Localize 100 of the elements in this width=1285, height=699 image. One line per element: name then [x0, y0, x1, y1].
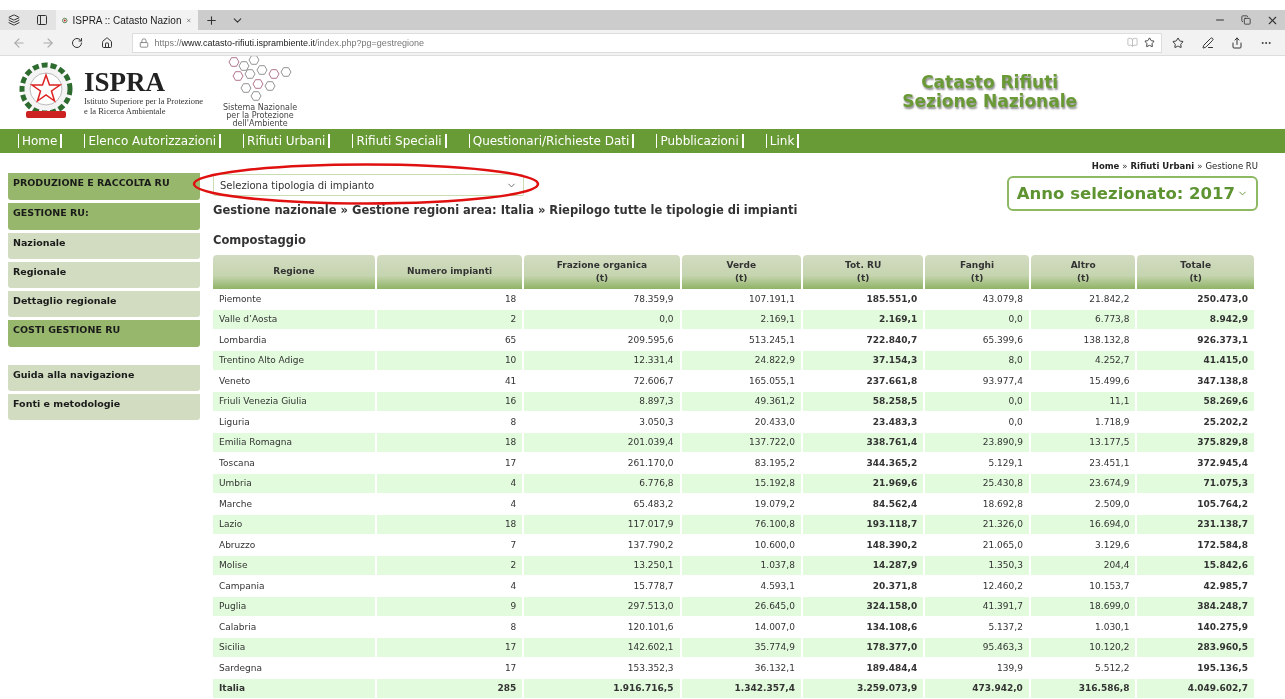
table-cell: 21.326,0 [925, 514, 1029, 535]
column-header: Regione [213, 255, 375, 289]
section-title: Compostaggio [213, 233, 307, 247]
table-cell: 13.250,1 [524, 555, 680, 576]
sidebar-item[interactable]: Dettaglio regionale [8, 291, 200, 317]
table-cell: 71.075,3 [1137, 473, 1254, 494]
sidebar-item[interactable]: Nazionale [8, 233, 200, 259]
table-cell: 283.960,5 [1137, 637, 1254, 658]
table-cell: 17 [376, 637, 523, 658]
table-cell: 193.118,7 [802, 514, 924, 535]
tab-actions-button[interactable] [0, 10, 28, 31]
table-cell: 21.969,6 [802, 473, 924, 494]
table-cell: 316.586,8 [1030, 678, 1136, 699]
breadcrumb-separator: » [1197, 161, 1203, 171]
sidebar-section[interactable]: COSTI GESTIONE RU [8, 320, 200, 347]
address-field[interactable]: https://www.catasto-rifiuti.isprambiente.it/index.php?pg=gestregione [131, 32, 1162, 53]
favorites-icon[interactable] [1172, 36, 1185, 49]
page-path-title: Gestione nazionale » Gestione regioni area: Italia » Riepilogo tutte le tipologie di impianti [213, 203, 799, 217]
table-cell: Trentino Alto Adige [213, 350, 375, 371]
panel-icon [36, 14, 48, 27]
home-icon[interactable] [100, 36, 113, 49]
table-cell: 25.430,8 [925, 473, 1029, 494]
table-cell: 2.169,1 [802, 309, 924, 330]
table-cell: 4 [376, 473, 523, 494]
table-cell: 178.377,0 [802, 637, 924, 658]
pen-icon[interactable] [1201, 36, 1214, 49]
table-cell: 473.942,0 [925, 678, 1029, 699]
table-cell: 137.722,0 [681, 432, 801, 453]
table-cell: 1.350,3 [925, 555, 1029, 576]
table-cell: Molise [213, 555, 375, 576]
table-cell: 285 [376, 678, 523, 699]
sidebar-item[interactable]: Guida alla navigazione [8, 365, 200, 391]
table-cell: 16 [376, 391, 523, 412]
table-cell: 13.177,5 [1030, 432, 1136, 453]
table-cell: 8,0 [925, 350, 1029, 371]
browser-tab[interactable]: ISPRA :: Catasto Nazion [56, 10, 198, 31]
table-cell: 2 [376, 309, 523, 330]
snpa-text: Sistema Nazionale [222, 103, 298, 112]
site-title: Catasto Rifiuti [921, 72, 1059, 93]
current-page-label: Gestione RU [1205, 161, 1258, 171]
table-cell: 231.138,7 [1137, 514, 1254, 535]
restore-icon[interactable] [1241, 15, 1251, 26]
table-cell: 23.890,9 [925, 432, 1029, 453]
table-cell: Puglia [213, 596, 375, 617]
table-cell: 41.415,0 [1137, 350, 1254, 371]
table-cell: 6.776,8 [524, 473, 680, 494]
refresh-icon[interactable] [71, 36, 84, 49]
table-cell: 201.039,4 [524, 432, 680, 453]
table-cell: 338.761,4 [802, 432, 924, 453]
logo-subtitle: Istituto Superiore per la Protezione [84, 95, 203, 106]
table-cell: 18.699,0 [1030, 596, 1136, 617]
share-icon[interactable] [1230, 36, 1243, 49]
table-cell: 58.258,5 [802, 391, 924, 412]
column-header: Tot. RU (t) [802, 255, 924, 289]
snpa-text: dell'Ambiente [232, 120, 288, 129]
sidebar-item[interactable]: Regionale [8, 262, 200, 288]
table-cell: 4.049.602,7 [1137, 678, 1254, 699]
table-cell: 142.602,1 [524, 637, 680, 658]
table-cell: 11,1 [1030, 391, 1136, 412]
logo-title: ISPRA [84, 68, 166, 96]
table-cell: 117.017,9 [524, 514, 680, 535]
plant-type-select[interactable]: Seleziona tipologia di impianto [213, 174, 524, 196]
table-cell: 0,0 [524, 309, 680, 330]
table-cell: 9 [376, 596, 523, 617]
table-cell: 3.259.073,9 [802, 678, 924, 699]
column-header: Verde (t) [681, 255, 801, 289]
table-cell: 384.248,7 [1137, 596, 1254, 617]
table-cell: Sicilia [213, 637, 375, 658]
breadcrumb-separator: » [1122, 161, 1128, 171]
table-cell: 37.154,3 [802, 350, 924, 371]
plus-icon[interactable] [204, 13, 218, 27]
table-cell: 24.822,9 [681, 350, 801, 371]
table-cell: 12.331,4 [524, 350, 680, 371]
table-cell: 18 [376, 432, 523, 453]
table-cell: 6.773,8 [1030, 309, 1136, 330]
table-cell: 10.120,2 [1030, 637, 1136, 658]
table-cell: 41.391,7 [925, 596, 1029, 617]
table-cell: 297.513,0 [524, 596, 680, 617]
table-cell: 8.897,3 [524, 391, 680, 412]
table-cell: 23.674,9 [1030, 473, 1136, 494]
breadcrumb-link[interactable]: Home [1091, 161, 1120, 171]
table-cell: Umbria [213, 473, 375, 494]
table-cell: 58.269,6 [1137, 391, 1254, 412]
table-cell: Italia [213, 678, 375, 699]
sidebar-section[interactable]: PRODUZIONE E RACCOLTA RU [8, 173, 200, 200]
sidebar-item[interactable]: Fonti e metodologie [8, 394, 200, 420]
table-cell: Emilia Romagna [213, 432, 375, 453]
table-cell: 49.361,2 [681, 391, 801, 412]
star-icon[interactable] [1143, 37, 1155, 49]
hexagon-cluster-icon [226, 55, 294, 104]
table-cell: 1.342.357,4 [681, 678, 801, 699]
breadcrumb-link[interactable]: Rifiuti Urbani [1130, 161, 1195, 171]
year-select[interactable]: Anno selezionato: 2017 [1006, 176, 1258, 211]
sidebar-section[interactable]: GESTIONE RU: [8, 203, 200, 230]
snpa-text: per la Protezione [226, 112, 294, 121]
table-cell: 2.169,1 [681, 309, 801, 330]
table-cell: Valle d’Aosta [213, 309, 375, 330]
tab-sidebar-button[interactable] [28, 10, 56, 31]
table-cell: 26.645,0 [681, 596, 801, 617]
table-cell: 15.192,8 [681, 473, 801, 494]
